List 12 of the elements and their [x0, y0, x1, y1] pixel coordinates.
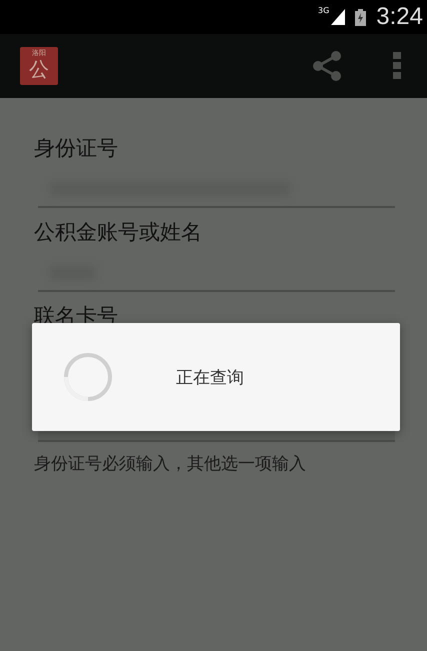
hint-text: 身份证号必须输入，其他选一项输入 [34, 453, 307, 475]
logo-character: 公 [29, 59, 49, 79]
network-type: 3G [318, 6, 330, 15]
field-label: 身份证号 [34, 135, 119, 162]
overflow-menu-icon[interactable] [393, 52, 401, 80]
clock-time: 3:24 [376, 3, 423, 31]
battery-charging-icon [355, 8, 366, 26]
share-icon[interactable] [311, 50, 343, 82]
field-label: 公积金账号或姓名 [34, 219, 203, 246]
loading-spinner-icon [62, 351, 114, 403]
signal-icon [331, 9, 346, 25]
dialog-message: 正在查询 [176, 366, 244, 388]
